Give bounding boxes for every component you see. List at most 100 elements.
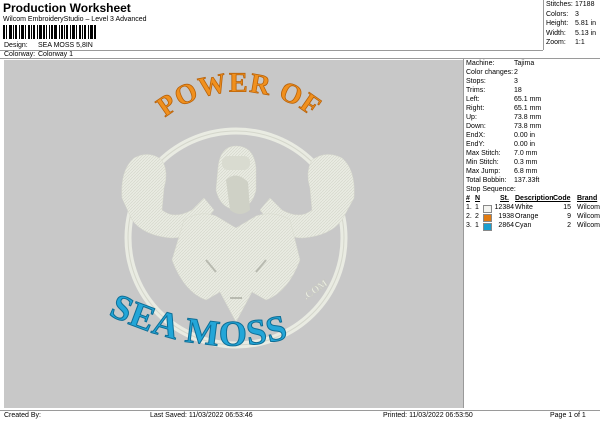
stop-header-cell: Description xyxy=(515,195,554,202)
summary-value: 5.13 in xyxy=(575,29,597,37)
detail-value: 0.00 in xyxy=(514,141,536,148)
stop-description: Orange xyxy=(515,213,539,220)
detail-value: Tajima xyxy=(514,60,535,67)
stop-code: 9 xyxy=(567,213,571,220)
stop-table-header: # N St. Description Code Brand xyxy=(466,195,600,204)
stop-row: 1. 1 12384 White 15 Wilcom xyxy=(466,204,600,213)
detail-row: Left: 65.1 mm xyxy=(466,96,596,105)
detail-row: Up: 73.8 mm xyxy=(466,114,596,123)
detail-label: Stops: xyxy=(466,78,486,85)
detail-value: 65.1 mm xyxy=(514,105,542,112)
barcode xyxy=(3,25,113,39)
color-swatch-icon xyxy=(483,223,492,231)
summary-value: 17188 xyxy=(575,1,595,8)
design-value: SEA MOSS 5,8IN xyxy=(38,42,93,49)
detail-row: Stops: 3 xyxy=(466,78,596,87)
stop-stitches: 2864 xyxy=(498,222,514,229)
detail-label: EndY: xyxy=(466,141,485,148)
summary-label: Width: xyxy=(546,29,566,37)
summary-row: Zoom: 1:1 xyxy=(546,39,598,49)
summary-panel: Stitches: 17188 Colors: 3 Height: 5.81 in Widt… xyxy=(546,1,598,49)
color-swatch-icon xyxy=(483,214,492,222)
stop-sequence-table: # N St. Description Code Brand 1. 1 12384 White 15… xyxy=(466,195,600,231)
detail-value: 6.8 mm xyxy=(514,168,538,175)
stop-brand: Wilcom xyxy=(577,222,600,229)
stop-code: 15 xyxy=(563,204,571,211)
detail-row: Max Jump: 6.8 mm xyxy=(466,168,596,177)
summary-row: Colors: 3 xyxy=(546,11,598,21)
details-panel: Machine: Tajima Color changes: 2 Stops: 3 Trim… xyxy=(466,60,596,186)
detail-label: EndX: xyxy=(466,132,486,139)
stop-row: 3. 1 2864 Cyan 2 Wilcom xyxy=(466,222,600,231)
summary-row: Stitches: 17188 xyxy=(546,1,598,11)
printed-date: Printed: 11/03/2022 06:53:50 xyxy=(383,412,473,419)
stop-header-cell: Brand xyxy=(577,195,598,202)
detail-value: 65.1 mm xyxy=(514,96,542,103)
detail-value: 2 xyxy=(514,69,518,76)
colorway-label: Colorway: xyxy=(4,51,36,58)
detail-row: Machine: Tajima xyxy=(466,60,596,69)
stop-description: Cyan xyxy=(515,222,532,229)
stop-index: 3. xyxy=(466,222,472,229)
detail-label: Right: xyxy=(466,105,485,112)
stop-stitches: 1938 xyxy=(498,213,514,220)
stop-header-cell: N xyxy=(475,195,481,202)
stop-header-cell: # xyxy=(466,195,470,202)
summary-label: Stitches: xyxy=(546,1,573,8)
detail-row: EndY: 0.00 in xyxy=(466,141,596,150)
design-label: Design: xyxy=(4,42,28,49)
summary-row: Height: 5.81 in xyxy=(546,20,598,30)
stop-needle: 1 xyxy=(475,222,479,229)
detail-row: Min Stitch: 0.3 mm xyxy=(466,159,596,168)
detail-value: 18 xyxy=(514,87,522,94)
stop-header-cell: Code xyxy=(553,195,571,202)
summary-row: Width: 5.13 in xyxy=(546,30,598,40)
detail-label: Max Stitch: xyxy=(466,150,501,157)
detail-label: Total Bobbin: xyxy=(466,177,507,184)
last-saved: Last Saved: 11/03/2022 06:53:46 xyxy=(150,412,253,419)
detail-value: 0.00 in xyxy=(514,132,536,139)
stop-sequence-title: Stop Sequence: xyxy=(466,186,516,193)
stop-needle: 1 xyxy=(475,204,479,211)
detail-value: 0.3 mm xyxy=(514,159,538,166)
page-number: Page 1 of 1 xyxy=(550,412,586,419)
summary-label: Height: xyxy=(546,20,569,28)
stop-description: White xyxy=(515,204,533,211)
worksheet-title: Production Worksheet xyxy=(3,1,131,15)
summary-label: Zoom: xyxy=(546,39,566,47)
colorway-value: Colorway 1 xyxy=(38,51,74,58)
detail-row: Color changes: 2 xyxy=(466,69,596,78)
stop-stitches: 12384 xyxy=(494,204,514,211)
detail-row: Trims: 18 xyxy=(466,87,596,96)
created-by: Created By: xyxy=(4,412,41,419)
stop-brand: Wilcom xyxy=(577,204,600,211)
summary-value: 1:1 xyxy=(575,39,585,47)
detail-value: 7.0 mm xyxy=(514,150,538,157)
detail-row: Down: 73.8 mm xyxy=(466,123,596,132)
design-top-text: POWER OF xyxy=(151,68,327,123)
stop-needle: 2 xyxy=(475,213,479,220)
detail-label: Trims: xyxy=(466,87,486,94)
detail-label: Up: xyxy=(466,114,477,121)
detail-value: 137.33ft xyxy=(514,177,540,184)
detail-label: Max Jump: xyxy=(466,168,501,175)
detail-label: Min Stitch: xyxy=(466,159,499,166)
summary-value: 3 xyxy=(575,10,579,18)
stop-header-cell: St. xyxy=(500,195,509,202)
design-preview: III POWER OF SEA MOSS .COM xyxy=(4,60,463,408)
detail-row: EndX: 0.00 in xyxy=(466,132,596,141)
stop-row: 2. 2 1938 Orange 9 Wilcom xyxy=(466,213,600,222)
color-swatch-icon xyxy=(483,205,492,213)
detail-label: Down: xyxy=(466,123,486,130)
summary-label: Colors: xyxy=(546,10,569,18)
detail-value: 73.8 mm xyxy=(514,114,542,121)
stop-code: 2 xyxy=(567,222,571,229)
summary-value: 5.81 in xyxy=(575,20,597,28)
detail-value: 3 xyxy=(514,78,518,85)
detail-label: Left: xyxy=(466,96,480,103)
stop-index: 2. xyxy=(466,213,472,220)
detail-row: Total Bobbin: 137.33ft xyxy=(466,177,596,186)
stop-brand: Wilcom xyxy=(577,213,600,220)
detail-row: Right: 65.1 mm xyxy=(466,105,596,114)
detail-label: Machine: xyxy=(466,60,495,67)
